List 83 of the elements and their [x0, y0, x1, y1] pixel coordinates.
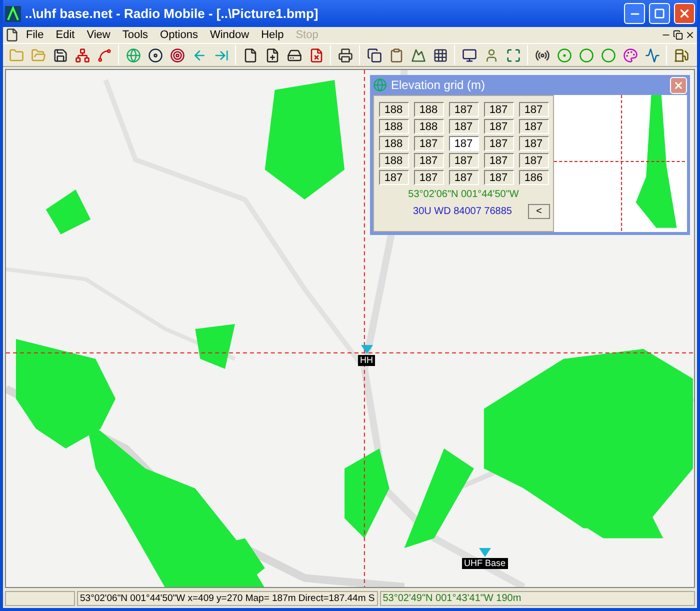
maximize-icon: [654, 8, 665, 19]
elevation-cell: 187: [448, 153, 478, 168]
unit-label: HH: [358, 355, 375, 366]
antenna-icon: [534, 48, 550, 62]
save-icon: [52, 48, 68, 62]
status-text: 53°02'49"N 001°43'41"W 190m: [380, 590, 695, 606]
elevation-cell: 188: [378, 119, 408, 134]
menu-item[interactable]: Window: [204, 26, 254, 44]
disc-icon: [148, 48, 162, 62]
elevation-cell: 187: [414, 136, 444, 151]
close-button[interactable]: [670, 76, 687, 94]
arrow-to-line-icon: [214, 48, 228, 62]
grid-icon: [432, 48, 448, 62]
elevation-cell: 188: [378, 136, 408, 151]
elevation-cell: 188: [378, 102, 408, 117]
elevation-cell: 187: [378, 170, 408, 185]
link-icon: [96, 48, 112, 62]
round-icon: [600, 48, 616, 62]
window-title: ..\uhf base.net - Radio Mobile - [..\Picture1.bmp]: [25, 4, 320, 23]
elevation-cell: 187: [414, 153, 444, 168]
page-icon: [242, 48, 258, 62]
printer-icon: [338, 48, 352, 62]
coordinates-text: 53°02'06"N 001°44'50"W: [408, 188, 519, 202]
copy-icon: [366, 48, 382, 62]
ring-icon: [578, 48, 594, 62]
mountain-icon: [410, 48, 426, 62]
globe-icon: [373, 78, 387, 92]
new-page-icon: [264, 48, 280, 62]
elevation-cell: 188: [414, 119, 444, 134]
maximize-button[interactable]: [649, 3, 670, 24]
elevation-cell: 187: [448, 102, 478, 117]
menu-item[interactable]: Help: [256, 26, 289, 44]
target-icon: [170, 48, 184, 62]
unit-label: UHF Base: [462, 558, 508, 569]
menu-item[interactable]: Options: [155, 26, 203, 44]
close-icon: [678, 7, 691, 20]
wave-icon: [644, 48, 660, 62]
collapse-button[interactable]: <: [528, 204, 550, 219]
antenna-marker-icon: [360, 345, 372, 355]
status-panel: [5, 590, 75, 606]
window-title: Elevation grid (m): [391, 77, 486, 94]
elevation-cell: 187: [414, 170, 444, 185]
restore-icon[interactable]: [673, 30, 683, 40]
close-icon[interactable]: [685, 30, 695, 40]
elevation-cell: 187: [518, 153, 548, 168]
open-folder-icon: [30, 48, 46, 62]
document-icon: [5, 28, 19, 42]
app-icon: [5, 6, 21, 22]
close-icon: [673, 80, 684, 90]
elevation-cell: 187: [448, 136, 478, 151]
menu-item[interactable]: Edit: [50, 26, 80, 44]
elevation-cell: 186: [518, 170, 548, 185]
clipboard-icon: [388, 48, 404, 62]
menu-item[interactable]: File: [21, 26, 49, 44]
elevation-cell: 188: [414, 102, 444, 117]
minimize-button[interactable]: [624, 3, 645, 24]
globe-icon: [126, 48, 140, 62]
elevation-cell: 187: [484, 153, 514, 168]
drive-icon: [286, 48, 302, 62]
elevation-cell: 187: [484, 136, 514, 151]
menu-item[interactable]: View: [82, 26, 116, 44]
frame-icon: [506, 48, 520, 62]
close-button[interactable]: [674, 3, 695, 24]
menu-item[interactable]: Tools: [117, 26, 154, 44]
elevation-cell: 187: [518, 119, 548, 134]
elevation-cell: 187: [448, 119, 478, 134]
palette-icon: [622, 48, 638, 62]
elevation-cell: 187: [484, 170, 514, 185]
elevation-cell: 187: [448, 170, 478, 185]
elevation-cell: 187: [518, 102, 548, 117]
person-icon: [484, 48, 498, 62]
folder-icon: [8, 48, 24, 62]
elevation-cell: 187: [484, 102, 514, 117]
elevation-cell: 188: [378, 153, 408, 168]
utm-text: 30U WD 84007 76885: [412, 205, 513, 219]
monitor-icon: [462, 48, 476, 62]
dot-circle-icon: [556, 48, 572, 62]
pump-icon: [674, 48, 688, 62]
elevation-cell: 187: [484, 119, 514, 134]
elevation-cell: 187: [518, 136, 548, 151]
page-x-icon: [308, 48, 324, 62]
network-icon: [74, 48, 90, 62]
status-text: 53°02'06"N 001°44'50"W x=409 y=270 Map= 187m Direct=187.44m S: [77, 590, 378, 606]
